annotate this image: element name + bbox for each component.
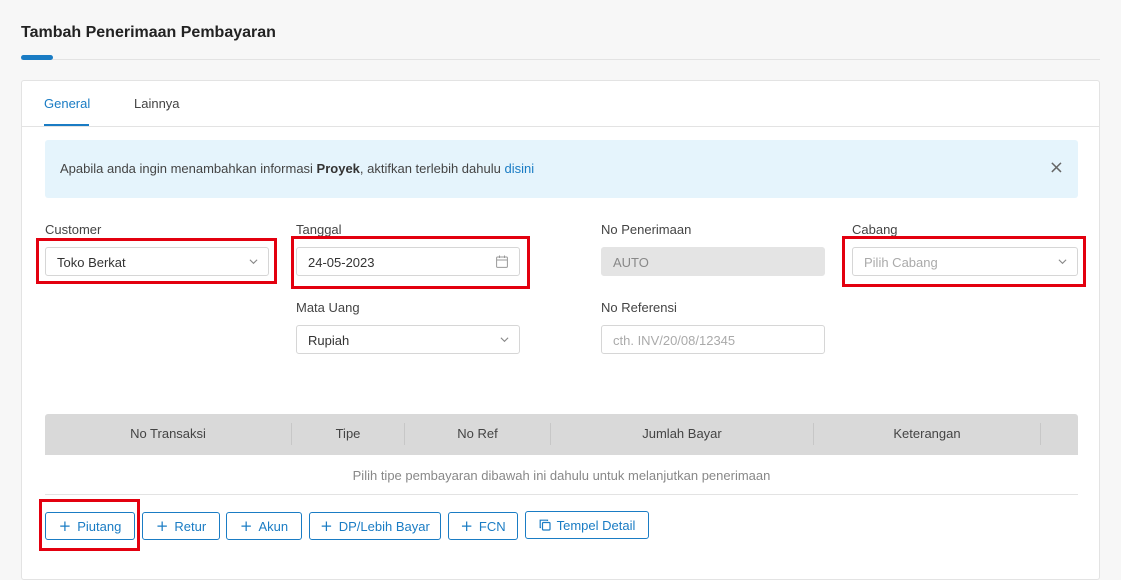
customer-value: Toko Berkat — [57, 255, 126, 270]
alert-text-start: Apabila anda ingin menambahkan informasi — [60, 161, 317, 176]
mata-uang-label: Mata Uang — [296, 300, 360, 315]
mata-uang-select[interactable]: Rupiah — [296, 325, 520, 354]
plus-icon: + — [239, 516, 253, 535]
column-no-transaksi: No Transaksi — [130, 426, 206, 441]
chevron-down-icon — [1058, 259, 1067, 265]
cabang-select[interactable]: Pilih Cabang — [852, 247, 1078, 276]
no-penerimaan-input: AUTO — [601, 247, 825, 276]
chevron-down-icon — [500, 337, 509, 343]
alert-link[interactable]: disini — [504, 161, 534, 176]
calendar-icon[interactable] — [496, 255, 508, 268]
alert-text-end: , aktifkan terlebih dahulu — [359, 161, 505, 176]
customer-label: Customer — [45, 222, 102, 237]
table-empty-message: Pilih tipe pembayaran dibawah ini dahulu… — [352, 468, 771, 483]
plus-icon: + — [58, 516, 72, 535]
akun-label: Akun — [258, 518, 289, 534]
column-divider — [1040, 423, 1041, 445]
dp-label: DP/Lebih Bayar — [338, 518, 430, 534]
add-fcn-button[interactable]: + FCN — [448, 512, 518, 540]
add-retur-button[interactable]: + Retur — [142, 512, 220, 540]
no-penerimaan-label: No Penerimaan — [601, 222, 692, 237]
tab-lainnya[interactable]: Lainnya — [134, 96, 180, 111]
cabang-label: Cabang — [852, 222, 898, 237]
customer-select[interactable]: Toko Berkat — [45, 247, 269, 276]
column-tipe: Tipe — [335, 426, 361, 441]
tempel-detail-button[interactable]: Tempel Detail — [525, 511, 649, 539]
alert-message: Apabila anda ingin menambahkan informasi… — [60, 161, 534, 176]
alert-bold-text: Proyek — [316, 161, 360, 176]
plus-icon: + — [320, 516, 333, 535]
add-piutang-button[interactable]: + Piutang — [45, 512, 135, 540]
mata-uang-value: Rupiah — [308, 333, 350, 348]
no-penerimaan-value: AUTO — [613, 255, 649, 270]
cabang-placeholder: Pilih Cabang — [864, 255, 938, 270]
retur-label: Retur — [174, 518, 207, 534]
fcn-label: FCN — [478, 518, 506, 534]
table-bottom-divider — [45, 494, 1078, 495]
add-akun-button[interactable]: + Akun — [226, 512, 302, 540]
page-header: Tambah Penerimaan Pembayaran — [21, 0, 1100, 60]
tab-general[interactable]: General — [44, 96, 90, 111]
add-dp-lebih-bayar-button[interactable]: + DP/Lebih Bayar — [309, 512, 441, 540]
no-referensi-label: No Referensi — [601, 300, 677, 315]
chevron-down-icon — [249, 259, 258, 265]
tanggal-value: 24-05-2023 — [308, 255, 375, 270]
column-no-ref: No Ref — [457, 426, 498, 441]
form-card: General Lainnya Apabila anda ingin menam… — [21, 80, 1100, 580]
piutang-label: Piutang — [77, 518, 122, 534]
column-jumlah-bayar: Jumlah Bayar — [642, 426, 722, 441]
close-icon[interactable]: × — [1049, 157, 1064, 178]
no-referensi-placeholder: cth. INV/20/08/12345 — [613, 333, 736, 348]
plus-icon: + — [460, 516, 473, 535]
column-keterangan: Keterangan — [893, 426, 961, 441]
title-underline — [21, 55, 53, 60]
tanggal-label: Tanggal — [296, 222, 342, 237]
transactions-table-header: No Transaksi Tipe No Ref Jumlah Bayar Ke… — [45, 414, 1078, 455]
copy-icon — [539, 519, 551, 531]
no-referensi-input[interactable]: cth. INV/20/08/12345 — [601, 325, 825, 354]
tab-active-indicator — [44, 124, 89, 126]
plus-icon: + — [155, 516, 169, 535]
tab-bar: General Lainnya — [22, 81, 1099, 127]
tempel-label: Tempel Detail — [556, 517, 636, 533]
tanggal-date-input[interactable]: 24-05-2023 — [296, 247, 520, 276]
page-title: Tambah Penerimaan Pembayaran — [21, 24, 276, 41]
info-alert: Apabila anda ingin menambahkan informasi… — [45, 140, 1078, 198]
